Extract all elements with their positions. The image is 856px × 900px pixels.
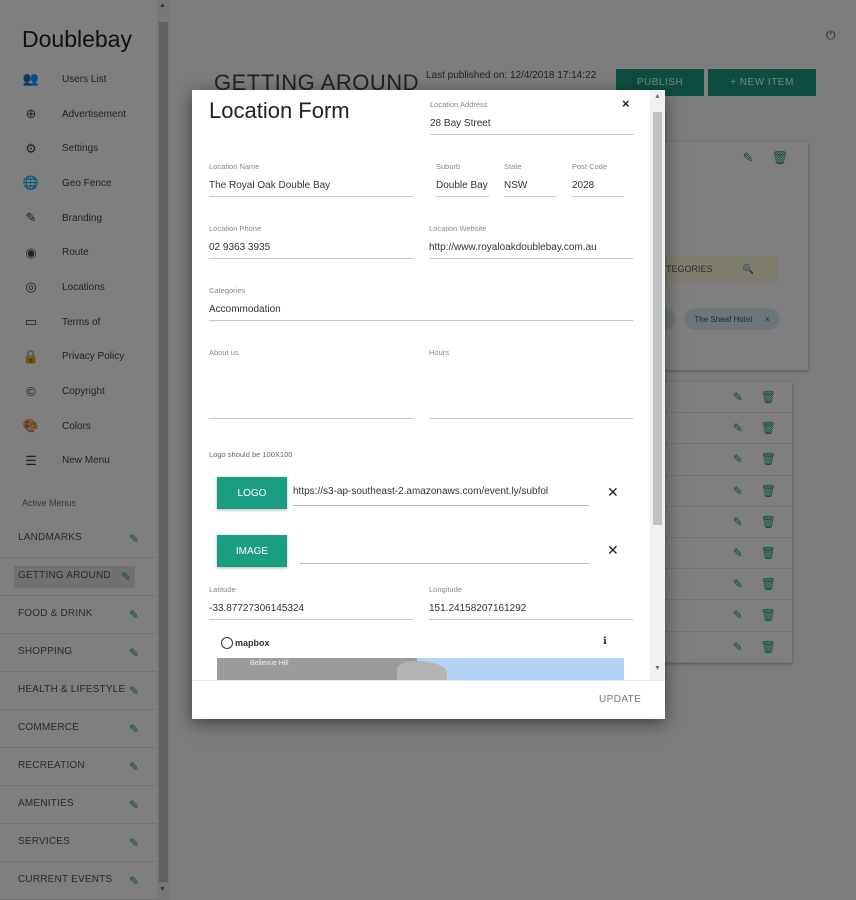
field-label: Hours xyxy=(429,348,450,357)
state-field[interactable]: State NSW xyxy=(504,162,556,197)
about-us-input[interactable] xyxy=(209,363,413,419)
modal-footer: UPDATE xyxy=(192,680,665,719)
location-phone-field[interactable]: Location Phone 02 9363 3935 xyxy=(209,224,413,259)
map-land xyxy=(217,658,417,681)
info-icon[interactable]: ℹ xyxy=(603,636,607,647)
post-code-field[interactable]: Post Code 2028 xyxy=(572,162,624,197)
logo-url-input[interactable]: https://s3-ap-southeast-2.amazonaws.com/… xyxy=(293,480,589,506)
clear-logo-icon[interactable]: ✕ xyxy=(607,484,619,501)
mapbox-logo: mapbox xyxy=(221,637,270,649)
field-label: Categories xyxy=(209,286,246,295)
field-label: About us xyxy=(209,348,239,357)
mapbox-logo-icon xyxy=(221,637,233,649)
scroll-up-arrow-icon[interactable]: ▲ xyxy=(654,93,661,100)
mapbox-logo-text: mapbox xyxy=(235,638,270,648)
location-address-field[interactable]: Location Address 28 Bay Street xyxy=(430,100,634,135)
location-address-input[interactable]: 28 Bay Street xyxy=(430,118,634,135)
scroll-down-arrow-icon[interactable]: ▼ xyxy=(654,665,661,672)
logo-upload-button[interactable]: LOGO xyxy=(217,477,287,509)
suburb-input[interactable]: Double Bay xyxy=(436,180,489,197)
field-label: Location Website xyxy=(429,224,487,233)
field-label: Location Phone xyxy=(209,224,262,233)
location-website-input[interactable]: http://www.royaloakdoublebay.com.au xyxy=(429,242,633,259)
clear-image-icon[interactable]: ✕ xyxy=(607,542,619,559)
longitude-input[interactable]: 151.24158207161292 xyxy=(429,603,633,620)
update-button[interactable]: UPDATE xyxy=(599,694,641,705)
modal-title: Location Form xyxy=(209,98,350,123)
latitude-field[interactable]: Latitude -33.87727306145324 xyxy=(209,585,413,620)
hours-input[interactable] xyxy=(429,363,633,419)
longitude-field[interactable]: Longitude 151.24158207161292 xyxy=(429,585,633,620)
location-form-modal: Location Form × Location Address 28 Bay … xyxy=(192,90,665,719)
scroll-thumb[interactable] xyxy=(653,112,662,525)
location-name-input[interactable]: The Royal Oak Double Bay xyxy=(209,180,413,197)
field-label: Location Name xyxy=(209,162,260,171)
image-upload-button[interactable]: IMAGE xyxy=(217,535,287,567)
logo-hint: Logo should be 100X100 xyxy=(209,450,293,459)
map-view[interactable]: Bellevue Hill mapbox ℹ xyxy=(217,631,624,681)
image-url-input[interactable] xyxy=(300,538,589,564)
categories-field[interactable]: Categories Accommodation xyxy=(209,286,633,321)
state-input[interactable]: NSW xyxy=(504,180,556,197)
post-code-input[interactable]: 2028 xyxy=(572,180,624,197)
map-place-label: Bellevue Hill xyxy=(250,660,289,667)
suburb-field[interactable]: Suburb Double Bay xyxy=(436,162,489,197)
modal-scrollbar[interactable]: ▲ ▼ xyxy=(650,90,665,680)
latitude-input[interactable]: -33.87727306145324 xyxy=(209,603,413,620)
field-label: Location Address xyxy=(430,100,488,109)
field-label: Latitude xyxy=(209,585,236,594)
location-name-field[interactable]: Location Name The Royal Oak Double Bay xyxy=(209,162,413,197)
location-phone-input[interactable]: 02 9363 3935 xyxy=(209,242,413,259)
categories-input[interactable]: Accommodation xyxy=(209,304,633,321)
field-label: Suburb xyxy=(436,162,461,171)
about-us-field[interactable]: About us xyxy=(209,348,413,419)
location-website-field[interactable]: Location Website http://www.royaloakdoub… xyxy=(429,224,633,259)
field-label: Longitude xyxy=(429,585,462,594)
field-label: Post Code xyxy=(572,162,608,171)
hours-field[interactable]: Hours xyxy=(429,348,633,419)
field-label: State xyxy=(504,162,522,171)
